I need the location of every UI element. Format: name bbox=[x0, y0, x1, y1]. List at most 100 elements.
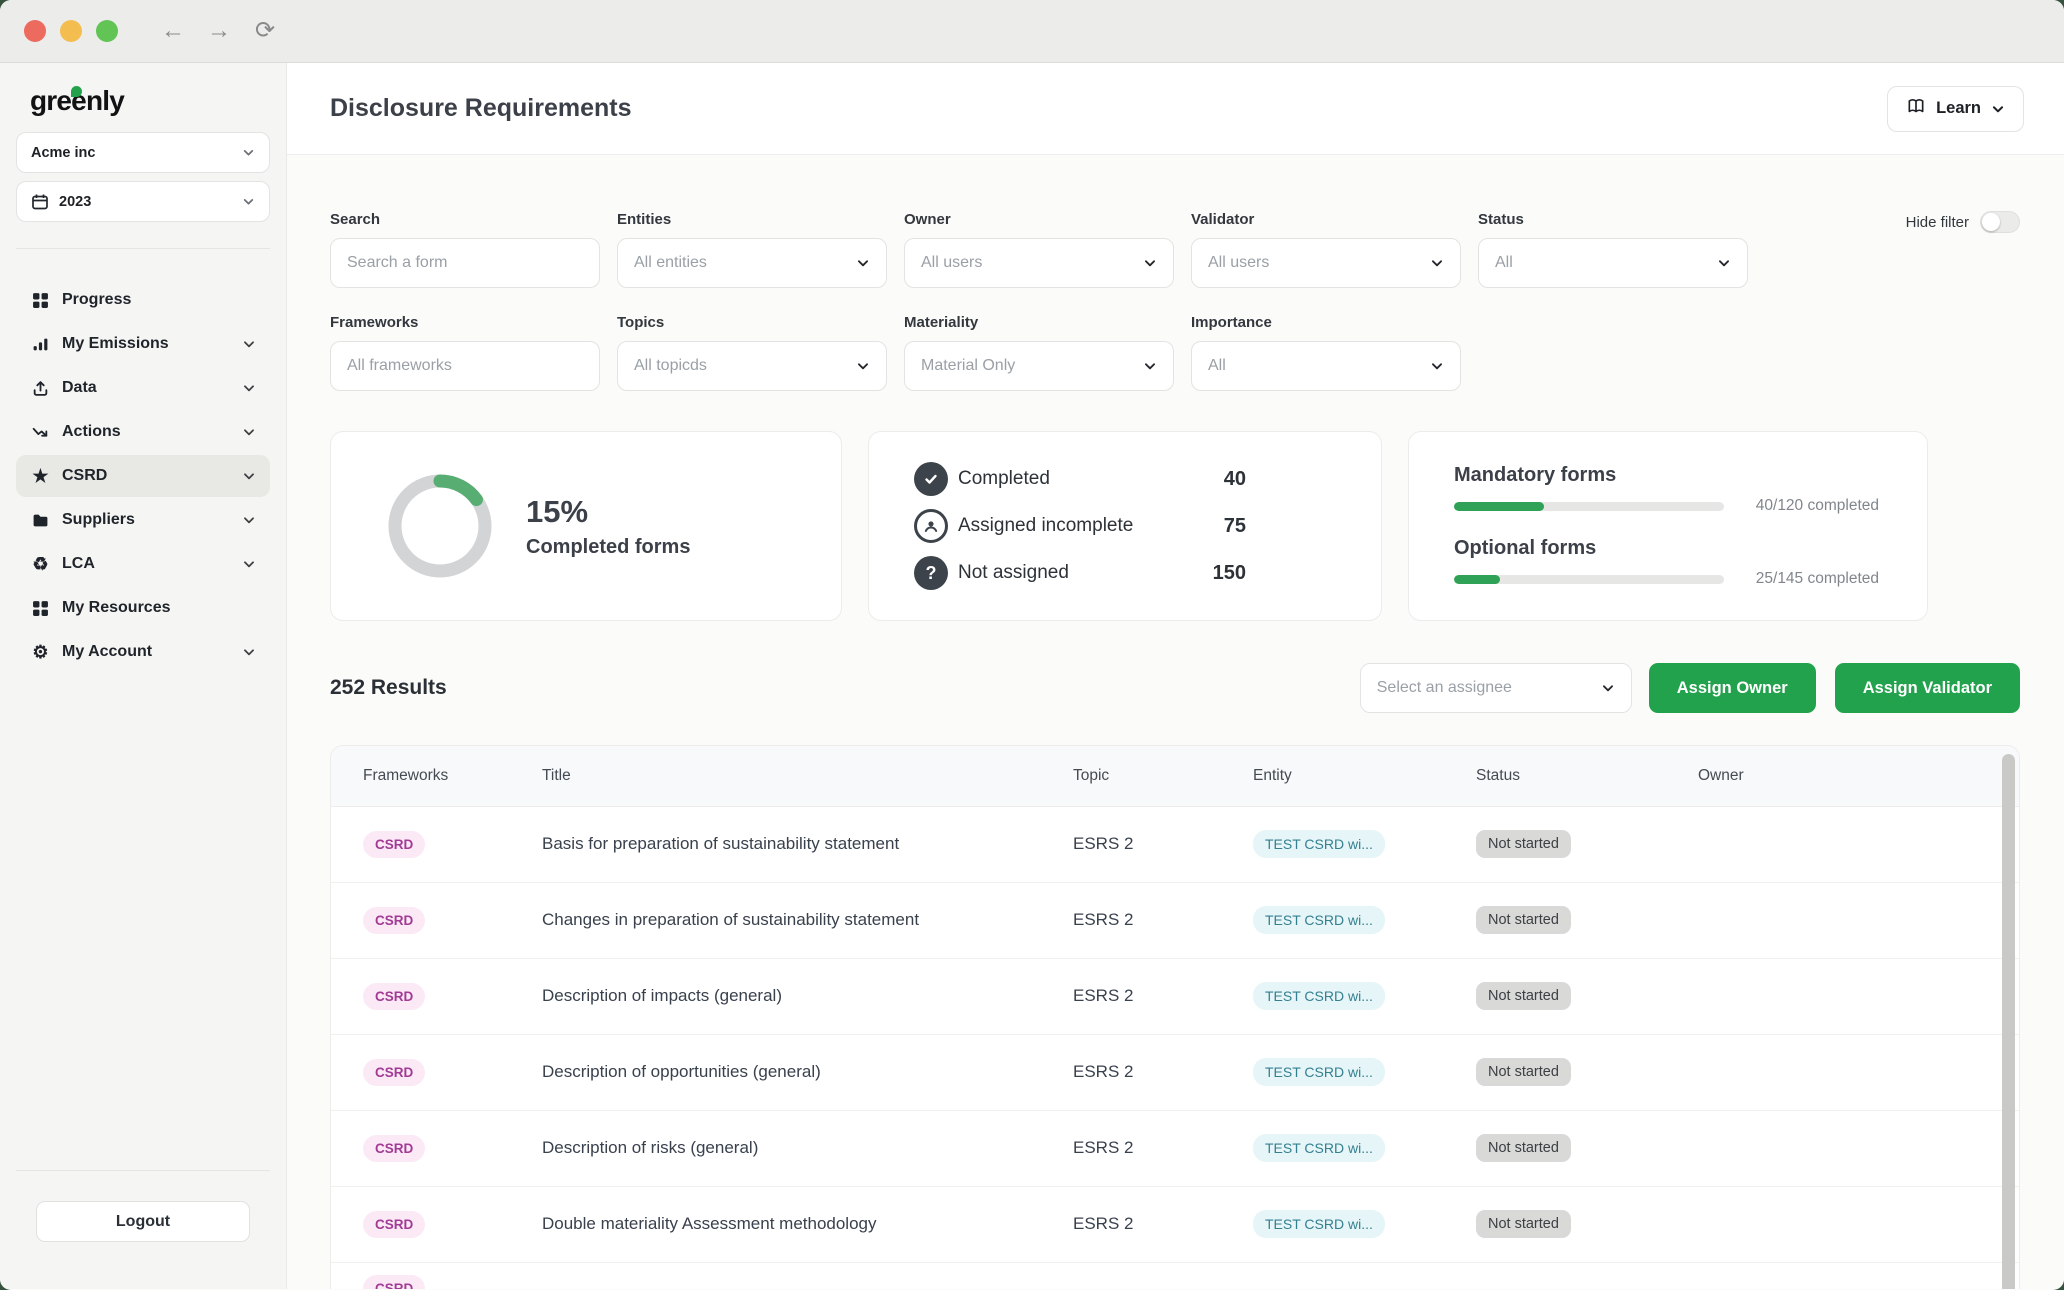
owner-select[interactable]: All users bbox=[904, 238, 1174, 288]
star-icon: ★ bbox=[30, 467, 51, 485]
sidebar-item-actions[interactable]: Actions bbox=[16, 411, 270, 453]
person-icon bbox=[914, 509, 948, 543]
year-value: 2023 bbox=[59, 194, 242, 210]
table-row[interactable]: CSRD Basis for preparation of sustainabi… bbox=[331, 806, 2019, 882]
entity-badge: TEST CSRD wi... bbox=[1253, 1134, 1385, 1162]
assign-owner-button[interactable]: Assign Owner bbox=[1649, 663, 1816, 713]
hide-filter-toggle[interactable] bbox=[1980, 211, 2020, 233]
minimize-button[interactable] bbox=[60, 20, 82, 42]
entity-badge: TEST CSRD wi... bbox=[1253, 906, 1385, 934]
mandatory-progress-caption: 40/120 completed bbox=[1756, 497, 1879, 515]
sidebar-item-lca[interactable]: ♻ LCA bbox=[16, 543, 270, 585]
sidebar-item-label: Data bbox=[62, 379, 242, 397]
framework-badge: CSRD bbox=[363, 1211, 425, 1238]
row-title: Description of risks (general) bbox=[542, 1110, 1073, 1186]
importance-select[interactable]: All bbox=[1191, 341, 1461, 391]
status-badge: Not started bbox=[1476, 1134, 1571, 1162]
learn-button[interactable]: Learn bbox=[1887, 86, 2024, 132]
sidebar-item-my-account[interactable]: ⚙ My Account bbox=[16, 631, 270, 673]
materiality-select[interactable]: Material Only bbox=[904, 341, 1174, 391]
completion-percent: 15% bbox=[526, 494, 690, 530]
sidebar-item-my-resources[interactable]: My Resources bbox=[16, 587, 270, 629]
filter-status: Status All bbox=[1478, 211, 1748, 288]
row-owner bbox=[1698, 958, 2019, 1034]
chevron-down-icon bbox=[856, 359, 870, 373]
filter-label: Search bbox=[330, 211, 600, 228]
sidebar-item-label: My Account bbox=[62, 643, 242, 661]
check-icon bbox=[914, 462, 948, 496]
validator-select[interactable]: All users bbox=[1191, 238, 1461, 288]
year-selector[interactable]: 2023 bbox=[16, 181, 270, 222]
table-row[interactable]: CSRD Changes in preparation of sustainab… bbox=[331, 882, 2019, 958]
reload-icon[interactable]: ⟳ bbox=[252, 19, 278, 43]
entity-badge: TEST CSRD wi... bbox=[1253, 830, 1385, 858]
completion-label: Completed forms bbox=[526, 536, 690, 559]
table-row[interactable]: CSRD Description of opportunities (gener… bbox=[331, 1034, 2019, 1110]
stat-row-completed: Completed 40 bbox=[914, 462, 1246, 496]
chevron-down-icon bbox=[1143, 359, 1157, 373]
framework-badge: CSRD bbox=[363, 1059, 425, 1086]
filter-label: Entities bbox=[617, 211, 887, 228]
back-icon[interactable]: ← bbox=[160, 19, 186, 43]
status-select[interactable]: All bbox=[1478, 238, 1748, 288]
table-row[interactable]: CSRD Description of impacts (general) ES… bbox=[331, 958, 2019, 1034]
folder-icon bbox=[30, 512, 51, 529]
sidebar-item-suppliers[interactable]: Suppliers bbox=[16, 499, 270, 541]
sidebar-item-my-emissions[interactable]: My Emissions bbox=[16, 323, 270, 365]
table-row[interactable]: CSRD Double materiality Assessment metho… bbox=[331, 1186, 2019, 1262]
page-header: Disclosure Requirements Learn bbox=[287, 63, 2064, 155]
bar-chart-icon bbox=[30, 336, 51, 353]
row-owner bbox=[1698, 1186, 2019, 1262]
table-scrollbar[interactable] bbox=[2002, 754, 2015, 1289]
assignee-select[interactable]: Select an assignee bbox=[1360, 663, 1632, 713]
entities-select[interactable]: All entities bbox=[617, 238, 887, 288]
chevron-down-icon bbox=[242, 645, 256, 659]
status-badge: Not started bbox=[1476, 906, 1571, 934]
calendar-icon bbox=[31, 193, 49, 211]
column-header-topic: Topic bbox=[1073, 746, 1253, 806]
table-header-row: Frameworks Title Topic Entity Status Own… bbox=[331, 746, 2019, 806]
zoom-button[interactable] bbox=[96, 20, 118, 42]
chevron-down-icon bbox=[242, 195, 255, 208]
chevron-down-icon bbox=[242, 146, 255, 159]
sidebar-item-label: My Resources bbox=[62, 599, 256, 617]
chevron-down-icon bbox=[242, 513, 256, 527]
sidebar-item-label: Progress bbox=[62, 291, 256, 309]
chevron-down-icon bbox=[242, 425, 256, 439]
chevron-down-icon bbox=[1430, 256, 1444, 270]
filter-label: Materiality bbox=[904, 314, 1174, 331]
topics-select[interactable]: All topicds bbox=[617, 341, 887, 391]
table-row[interactable]: CSRD Description of risks (general) ESRS… bbox=[331, 1110, 2019, 1186]
forms-progress-card: Mandatory forms 40/120 completed Optiona… bbox=[1408, 431, 1928, 621]
organization-selector[interactable]: Acme inc bbox=[16, 132, 270, 173]
sidebar-item-label: LCA bbox=[62, 555, 242, 573]
entity-badge: TEST CSRD wi... bbox=[1253, 1210, 1385, 1238]
status-badge: Not started bbox=[1476, 982, 1571, 1010]
logout-button[interactable]: Logout bbox=[36, 1201, 250, 1242]
search-input[interactable] bbox=[347, 254, 583, 272]
filter-importance: Importance All bbox=[1191, 314, 1461, 391]
forward-icon[interactable]: → bbox=[206, 19, 232, 43]
filter-label: Topics bbox=[617, 314, 887, 331]
filter-entities: Entities All entities bbox=[617, 211, 887, 288]
sidebar-nav: Progress My Emissions Data Actions bbox=[16, 279, 270, 673]
assign-validator-button[interactable]: Assign Validator bbox=[1835, 663, 2020, 713]
sidebar-item-csrd[interactable]: ★ CSRD bbox=[16, 455, 270, 497]
sidebar-item-progress[interactable]: Progress bbox=[16, 279, 270, 321]
book-icon bbox=[1906, 96, 1926, 121]
close-button[interactable] bbox=[24, 20, 46, 42]
frameworks-input[interactable] bbox=[347, 357, 583, 375]
sidebar-item-data[interactable]: Data bbox=[16, 367, 270, 409]
completion-donut-chart bbox=[388, 474, 492, 578]
completion-card: 15% Completed forms bbox=[330, 431, 842, 621]
stat-row-assigned-incomplete: Assigned incomplete 75 bbox=[914, 509, 1246, 543]
row-title: Changes in preparation of sustainability… bbox=[542, 882, 1073, 958]
page-title: Disclosure Requirements bbox=[330, 94, 632, 123]
sidebar-item-label: Actions bbox=[62, 423, 242, 441]
optional-progress-bar bbox=[1454, 575, 1724, 584]
table-row[interactable]: CSRD bbox=[331, 1262, 2019, 1289]
row-topic: ESRS 2 bbox=[1073, 1110, 1253, 1186]
greenly-logo: greenly bbox=[30, 85, 124, 117]
column-header-status: Status bbox=[1476, 746, 1698, 806]
sidebar-item-label: CSRD bbox=[62, 467, 242, 485]
